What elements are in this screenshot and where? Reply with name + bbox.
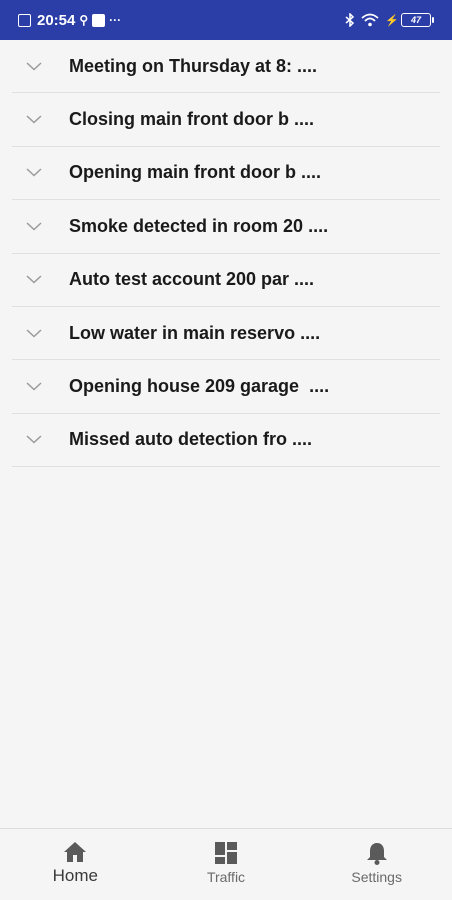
battery-level: 47 bbox=[401, 13, 431, 27]
list-item-title: Opening main front door b .... bbox=[69, 162, 321, 183]
nav-traffic[interactable]: Traffic bbox=[151, 829, 302, 900]
status-bar: 20:54 ⚲ ··· ⚡ 47 bbox=[0, 0, 452, 40]
bell-icon bbox=[366, 843, 387, 865]
list-item-title: Closing main front door b .... bbox=[69, 109, 314, 130]
list-item[interactable]: Opening main front door b .... bbox=[10, 147, 440, 201]
usb-icon: ⚲ bbox=[79, 13, 89, 27]
list-item[interactable]: Opening house 209 garage .... bbox=[10, 360, 440, 414]
nav-settings[interactable]: Settings bbox=[301, 829, 452, 900]
list-item-title: Auto test account 200 par .... bbox=[69, 269, 315, 290]
chevron-down-icon[interactable] bbox=[10, 435, 58, 444]
battery-icon: ⚡ 47 bbox=[385, 13, 434, 27]
status-bar-right: ⚡ 47 bbox=[345, 0, 434, 40]
bottom-navigation: Home Traffic Settings bbox=[0, 828, 452, 900]
status-time: 20:54 bbox=[37, 11, 76, 29]
nav-traffic-label: Traffic bbox=[206, 869, 246, 885]
list-item[interactable]: Low water in main reservo .... bbox=[10, 307, 440, 361]
list-item-title: Opening house 209 garage .... bbox=[69, 376, 330, 397]
chevron-down-icon[interactable] bbox=[10, 275, 58, 284]
more-notifications: ··· bbox=[109, 13, 122, 27]
list-item[interactable]: Meeting on Thursday at 8: .... bbox=[10, 40, 440, 94]
list-item[interactable]: Missed auto detection fro .... bbox=[10, 414, 440, 468]
nav-settings-label: Settings bbox=[351, 869, 402, 885]
list-item[interactable]: Closing main front door b .... bbox=[10, 93, 440, 147]
nav-home-label: Home bbox=[52, 866, 99, 885]
notification-app-icon bbox=[18, 13, 31, 27]
list-item-title: Low water in main reservo .... bbox=[69, 322, 321, 343]
chevron-down-icon[interactable] bbox=[10, 382, 58, 391]
home-icon bbox=[64, 842, 87, 862]
notification-n-icon bbox=[92, 13, 106, 27]
dashboard-icon bbox=[215, 842, 237, 864]
list-item-title: Smoke detected in room 20 .... bbox=[69, 215, 329, 236]
wifi-icon bbox=[361, 13, 379, 27]
list-item[interactable]: Auto test account 200 par .... bbox=[12, 254, 440, 307]
chevron-down-icon[interactable] bbox=[10, 329, 58, 338]
status-bar-left: 20:54 ⚲ ··· bbox=[18, 0, 121, 40]
bluetooth-icon bbox=[345, 13, 355, 27]
nav-home[interactable]: Home bbox=[0, 829, 151, 900]
notification-list: Meeting on Thursday at 8: .... Closing m… bbox=[10, 40, 440, 468]
chevron-down-icon[interactable] bbox=[10, 168, 58, 177]
list-item-title: Meeting on Thursday at 8: .... bbox=[69, 55, 318, 76]
list-item-title: Missed auto detection fro .... bbox=[69, 429, 313, 450]
chevron-down-icon[interactable] bbox=[10, 222, 58, 231]
chevron-down-icon[interactable] bbox=[10, 115, 58, 124]
chevron-down-icon[interactable] bbox=[10, 62, 58, 71]
list-item[interactable]: Smoke detected in room 20 .... bbox=[10, 200, 440, 254]
